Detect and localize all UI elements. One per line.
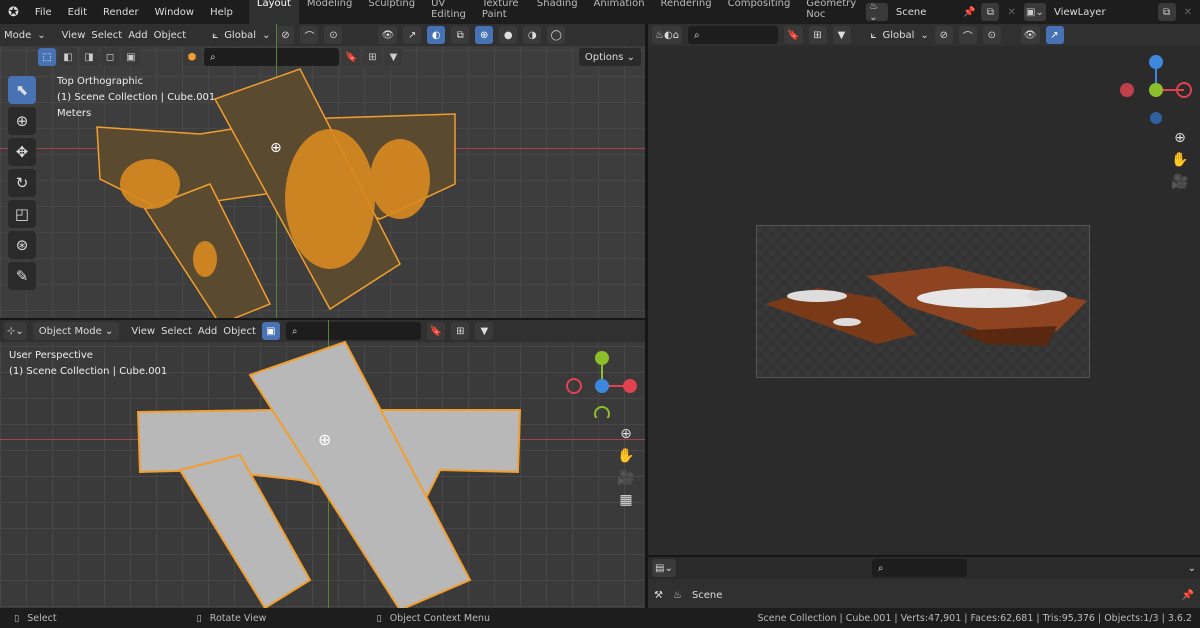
transform-tool-icon[interactable]: ⊛ [8,231,36,259]
tab-shading[interactable]: Shading [529,0,586,24]
properties-editor: ▤⌄ ⌕ ⌄ ⚒ ♨ Scene 📌 [648,557,1200,608]
mesh-solid: ⊕ [136,340,522,608]
menu-help[interactable]: Help [202,7,241,18]
status-bar: ▯ Select ▯ Rotate View ▯ Object Context … [0,608,1200,628]
editor-type-icon[interactable]: ▤⌄ [652,559,676,577]
gizmo-icon[interactable]: ↗ [1045,26,1064,44]
hand-pan-icon[interactable]: ✋ [1169,149,1191,171]
filter-icon-right[interactable]: ▼ [832,26,851,44]
camera-icon[interactable]: 🎥 [615,467,637,489]
camera-icon[interactable]: 🎥 [1169,171,1191,193]
close-icon[interactable]: ✕ [999,7,1023,18]
bookmark-icon-right[interactable]: 🔖 [784,26,803,44]
top-bar: ✪ File Edit Render Window Help Layout Mo… [0,0,1200,24]
tab-rendering[interactable]: Rendering [653,0,720,24]
scene-statistics: Scene Collection | Cube.001 | Verts:47,9… [757,612,1193,624]
properties-search-input[interactable]: ⌕ [871,559,967,577]
zoom-icon[interactable]: ⊕ [1169,127,1191,149]
cursor-tool-icon[interactable]: ⊕ [8,107,36,135]
rotate-tool-icon[interactable]: ↻ [8,169,36,197]
mesh-wireframe: ⊕ [96,68,456,318]
menu-render[interactable]: Render [95,7,147,18]
menu-edit[interactable]: Edit [60,7,95,18]
hand-pan-icon[interactable]: ✋ [615,445,637,467]
navigation-gizmo-right[interactable] [1116,54,1200,124]
chevron-down-icon[interactable]: ⌄ [1188,563,1196,574]
move-tool-icon[interactable]: ✥ [8,138,36,166]
new-scene-icon[interactable]: ⧉ [981,3,1000,21]
viewport-perspective[interactable]: ⊹⌄ Object Mode ⌄ View Select Add Object … [0,320,645,608]
scene-selector-icon[interactable]: ♨⌄ [866,1,888,23]
tab-geometry-nodes[interactable]: Geometry Noc [798,0,864,24]
viewport-top-ortho[interactable]: Mode ⌄ View Select Add Object ⟀ Global ⌄ ⊘… [0,24,645,318]
navigation-gizmo[interactable] [562,348,642,418]
viewport-header-right: ♨◐⌂ ⌕ 🔖 ⊞ ▼ ⟀ Global ⌄ ⊘ ⌒ ⊙ 👁 ↗ [648,24,1200,46]
status-select: Select [27,612,57,624]
pin-icon[interactable]: 📌 [963,7,975,18]
tool-tab-icon[interactable]: ⚒ [654,590,663,601]
new-viewlayer-icon[interactable]: ⧉ [1157,3,1176,21]
tab-compositing[interactable]: Compositing [720,0,799,24]
scene-icon: ♨ [672,590,682,601]
menu-window[interactable]: Window [147,7,202,18]
status-context-menu: Object Context Menu [389,612,490,624]
close-viewlayer-icon[interactable]: ✕ [1176,7,1200,18]
search-input-right[interactable]: ⌕ [688,26,779,44]
blender-logo-icon[interactable]: ✪ [0,5,27,20]
filter-render-icons[interactable]: ♨◐⌂ [652,26,683,44]
tab-texture-paint[interactable]: Texture Paint [474,0,529,24]
mouse-left-icon: ▯ [14,612,20,624]
scene-field[interactable]: Scene 📌 [889,3,982,21]
render-region [756,225,1090,378]
pivot-icon[interactable]: ⊘ [934,26,953,44]
viewlayer-name: ViewLayer [1053,6,1106,18]
3d-cursor-icon: ⊕ [270,140,282,156]
mouse-middle-icon: ▯ [196,612,202,624]
scene-name: Scene [895,6,927,18]
hierarchy-icon-right[interactable]: ⊞ [808,26,827,44]
tab-sculpting[interactable]: Sculpting [360,0,423,24]
snap-icon[interactable]: ⌒ [958,26,977,44]
zoom-icon[interactable]: ⊕ [615,423,637,445]
search-icon: ⌕ [877,562,884,574]
tab-uv-editing[interactable]: UV Editing [423,0,474,24]
grid-ortho-icon[interactable]: ▦ [615,489,637,511]
search-icon: ⌕ [694,29,700,41]
proportional-edit-icon[interactable]: ⊙ [982,26,1001,44]
tab-layout[interactable]: Layout [248,0,299,24]
pin-icon[interactable]: 📌 [1182,590,1194,601]
viewport-render[interactable]: ♨◐⌂ ⌕ 🔖 ⊞ ▼ ⟀ Global ⌄ ⊘ ⌒ ⊙ 👁 ↗ ⊕ ✋ 🎥 [648,24,1200,555]
rendered-mesh [765,266,1087,346]
properties-scene-label: Scene [691,590,723,601]
status-rotate-view: Rotate View [209,612,267,624]
toolbar: ⬉ ⊕ ✥ ↻ ◰ ⊛ ✎ [8,76,36,293]
viewlayer-field[interactable]: ViewLayer [1047,3,1158,21]
viewlayer-selector-icon[interactable]: ▣⌄ [1023,3,1046,21]
annotate-tool-icon[interactable]: ✎ [8,262,36,290]
select-box-tool-icon[interactable]: ⬉ [8,76,36,104]
menu-file[interactable]: File [27,7,60,18]
tab-modeling[interactable]: Modeling [299,0,361,24]
mouse-right-icon: ▯ [376,612,382,624]
nav-controls: ⊕ ✋ 🎥 ▦ [615,423,637,511]
orientation-dropdown-right[interactable]: Global [883,30,915,41]
transform-orientation-icon: ⟀ [870,29,877,41]
visibility-icon[interactable]: 👁 [1020,26,1040,44]
scale-tool-icon[interactable]: ◰ [8,200,36,228]
3d-cursor-icon: ⊕ [318,430,331,449]
nav-controls-right: ⊕ ✋ 🎥 [1169,127,1191,193]
tab-animation[interactable]: Animation [586,0,653,24]
